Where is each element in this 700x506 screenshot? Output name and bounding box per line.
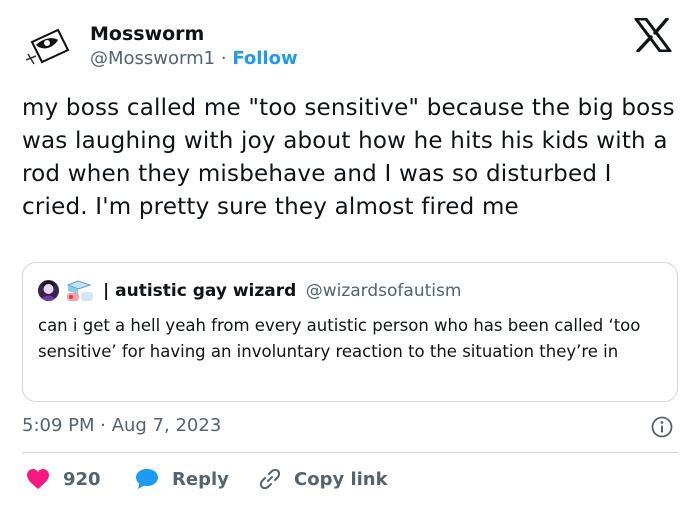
copy-link-label: Copy link [294,468,388,490]
quoted-author-name[interactable]: | autistic gay wizard [103,281,296,301]
wizard-avatar-icon [38,280,59,301]
author-avatar[interactable] [22,20,74,72]
author-name[interactable]: Mossworm [90,22,204,46]
reply-button[interactable]: Reply [135,464,229,494]
quoted-avatar[interactable] [38,280,59,301]
author-handle-line: @Mossworm1 · Follow [90,47,298,71]
quoted-badge-image [64,279,96,303]
sticker-icon [66,280,93,301]
quoted-tweet[interactable]: | autistic gay wizard @wizardsofautism c… [22,262,678,402]
divider [22,452,678,453]
handle-separator: · [220,48,227,69]
link-icon [259,468,281,490]
like-button[interactable]: 920 [26,464,101,494]
follow-button[interactable]: Follow [232,48,297,69]
tweet-card: Mossworm @Mossworm1 · Follow my boss cal… [0,0,700,506]
info-icon[interactable] [651,416,673,438]
quoted-header: | autistic gay wizard @wizardsofautism [103,279,461,303]
tweet-timestamp[interactable]: 5:09 PM · Aug 7, 2023 [22,414,221,438]
heart-icon [27,469,49,489]
likes-count: 920 [63,468,101,490]
eye-flag-drawing-icon [22,20,74,72]
x-logo-icon[interactable] [634,18,672,52]
copy-link-button[interactable]: Copy link [258,464,388,494]
reply-bubble-icon [136,469,158,489]
quoted-tweet-text: can i get a hell yeah from every autisti… [38,316,641,361]
tweet-text: my boss called me "too sensitive" becaus… [22,95,675,220]
reply-label: Reply [172,468,229,490]
author-handle[interactable]: @Mossworm1 [90,48,215,69]
quoted-author-handle[interactable]: @wizardsofautism [306,281,462,301]
